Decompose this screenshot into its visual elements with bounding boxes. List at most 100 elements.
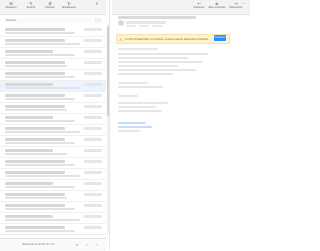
list-item-selected[interactable] (0, 81, 106, 92)
list-item-from (5, 94, 65, 97)
remote-content-warning: ⚠ Um Ihre Privatsphäre zu schützen, wurd… (116, 34, 230, 44)
list-item[interactable] (0, 70, 106, 81)
list-item-from (5, 182, 53, 185)
body-line (118, 73, 173, 75)
prev-page-button[interactable]: ‹ (84, 242, 90, 248)
list-item-from (5, 138, 65, 141)
list-item-from (5, 50, 53, 53)
list-item-subject (5, 31, 75, 34)
avatar (118, 20, 124, 26)
list-item-date (84, 94, 102, 97)
list-item[interactable] (0, 136, 106, 147)
list-item-subject (5, 141, 75, 144)
list-item-date (84, 171, 102, 174)
search-button[interactable] (94, 17, 102, 23)
list-item[interactable] (0, 125, 106, 136)
body-line (118, 95, 138, 97)
show-images-button[interactable]: Anzeigen (214, 35, 226, 41)
list-item[interactable] (0, 48, 106, 59)
list-item-from (5, 215, 53, 218)
body-line (118, 57, 188, 59)
list-item[interactable] (0, 235, 106, 236)
list-item-subject (5, 64, 67, 67)
list-item-from (5, 149, 53, 152)
list-item-date (84, 160, 102, 163)
reply-all-button[interactable]: ⇇ Allen antworten (208, 2, 226, 12)
mark-button[interactable]: ✉ Markieren (2, 2, 20, 12)
header-action[interactable] (126, 25, 136, 27)
body-link[interactable] (118, 122, 146, 124)
list-item[interactable] (0, 191, 106, 202)
list-item-date (84, 39, 102, 42)
menu-icon: ≡ (95, 1, 99, 6)
list-item[interactable] (0, 26, 106, 37)
body-line (118, 130, 140, 132)
list-item-date (84, 138, 102, 141)
list-item-date (84, 105, 102, 108)
list-item-subject (5, 97, 75, 100)
options-button[interactable]: ⚙ Optionen (41, 2, 59, 12)
message-subject (118, 16, 196, 19)
list-item[interactable] (0, 224, 106, 235)
warning-text: Um Ihre Privatsphäre zu schützen, wurden… (124, 37, 209, 41)
list-item[interactable] (0, 202, 106, 213)
list-item[interactable] (0, 103, 106, 114)
list-item[interactable] (0, 158, 106, 169)
body-line (118, 86, 163, 88)
list-item[interactable] (0, 114, 106, 125)
list-item-from (5, 171, 65, 174)
header-action[interactable] (152, 25, 162, 27)
list-item[interactable] (0, 169, 106, 180)
body-line (118, 110, 162, 112)
list-item-subject (5, 75, 75, 78)
reply-button[interactable]: ↩ Antworten (190, 2, 208, 12)
message-list (0, 26, 106, 236)
message-list-toolbar: ✉ Markieren ✎ Entwurf ⚙ Optionen ↻ Aktua… (0, 0, 106, 15)
list-item-date (84, 83, 102, 86)
list-item-date (84, 204, 102, 207)
list-item-date (84, 226, 102, 229)
list-item-from (5, 28, 65, 31)
body-line (118, 69, 196, 71)
body-link[interactable] (118, 126, 152, 128)
list-item[interactable] (0, 59, 106, 70)
list-item-from (5, 83, 53, 86)
list-item[interactable] (0, 180, 106, 191)
body-line (118, 82, 148, 84)
list-item-from (5, 204, 65, 207)
list-item[interactable] (0, 92, 106, 103)
list-item-from (5, 226, 65, 229)
first-page-button[interactable]: « (74, 242, 80, 248)
message-sender (126, 21, 166, 24)
list-item-subject (5, 174, 80, 177)
body-line (118, 53, 208, 55)
next-page-button[interactable]: › (94, 242, 100, 248)
message-view-toolbar: ↩ Antworten ⇇ Allen antworten ↪ Weiterle… (112, 0, 250, 15)
header-action[interactable] (139, 25, 149, 27)
list-item-subject (5, 152, 67, 155)
list-item-from (5, 127, 65, 130)
compose-button[interactable]: ✎ Entwurf (22, 2, 40, 12)
list-item-subject (5, 130, 80, 133)
body-line (118, 102, 168, 104)
collapse-button[interactable]: ≡ (92, 2, 102, 12)
list-item-subject (5, 229, 75, 232)
pane-divider[interactable] (109, 0, 110, 250)
scrollbar-thumb[interactable] (107, 26, 109, 116)
more-button[interactable]: ⋯ (240, 2, 248, 12)
list-item-subject (5, 86, 80, 89)
list-item-from (5, 116, 53, 119)
list-item-subject (5, 108, 67, 111)
list-item-date (84, 193, 102, 196)
warning-icon: ⚠ (119, 36, 123, 42)
list-item[interactable] (0, 147, 106, 158)
body-line (118, 65, 178, 67)
message-header-actions (126, 25, 162, 27)
list-item-from (5, 193, 65, 196)
list-item[interactable] (0, 37, 106, 48)
search-input[interactable] (4, 17, 92, 23)
list-item[interactable] (0, 213, 106, 224)
list-item-from (5, 61, 65, 64)
refresh-button[interactable]: ↻ Aktualisieren (60, 2, 78, 12)
list-item-subject (5, 42, 80, 45)
